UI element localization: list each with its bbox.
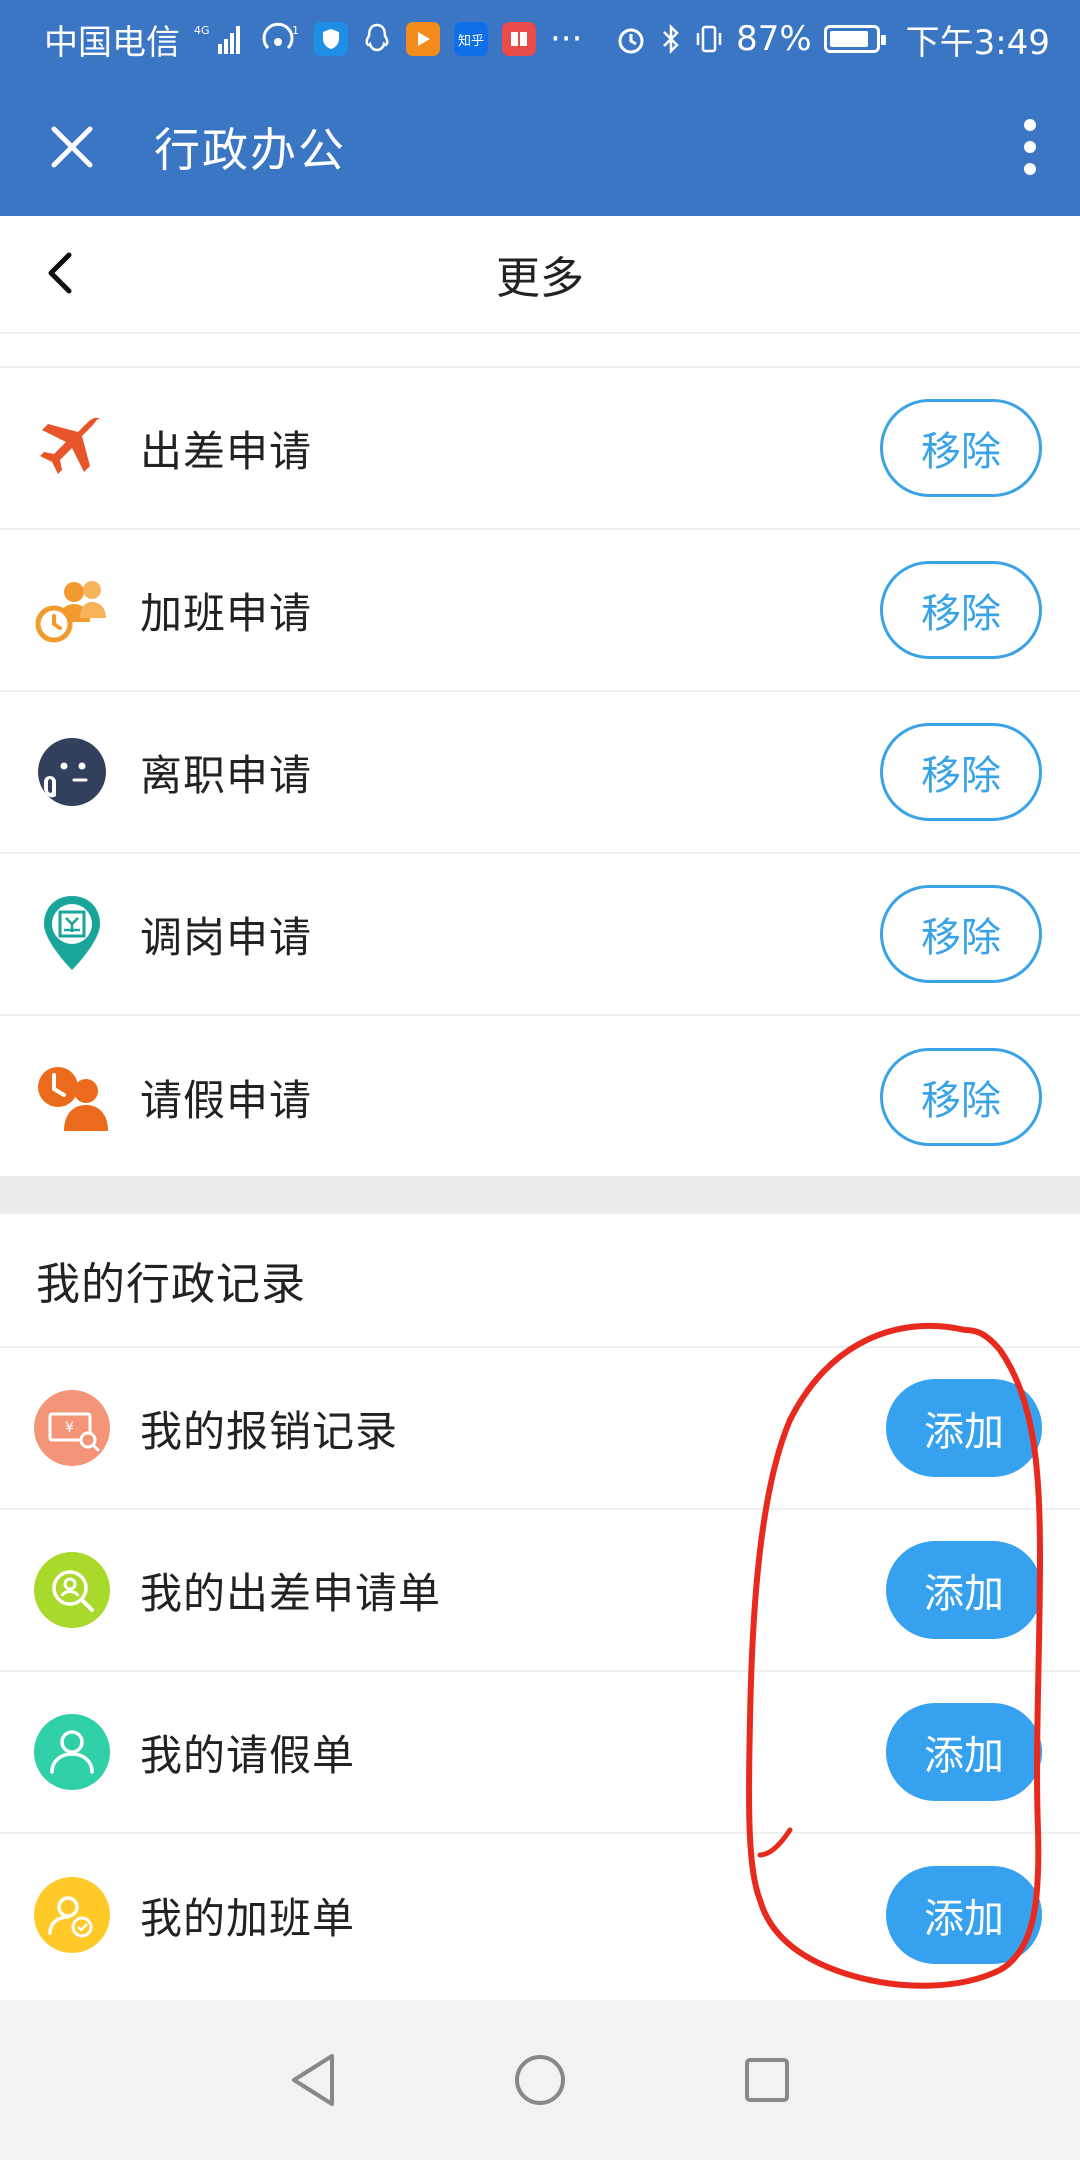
list-item: 加班申请 移除	[0, 530, 1080, 692]
list-item: 请假申请 移除	[0, 1016, 1080, 1178]
remove-button[interactable]: 移除	[880, 561, 1042, 659]
add-button[interactable]: 添加	[886, 1379, 1042, 1477]
overtime-people-clock-icon	[32, 570, 112, 650]
list-item: 我的出差申请单 添加	[0, 1510, 1080, 1672]
leave-person-clock-icon	[32, 1057, 112, 1137]
position-pin-icon	[32, 894, 112, 974]
nav-back-icon[interactable]	[268, 2035, 358, 2125]
item-label: 出差申请	[140, 426, 313, 476]
page-header: 更多	[0, 216, 1080, 334]
carrier-label: 中国电信	[44, 22, 180, 63]
overtime-user-icon	[32, 1875, 112, 1955]
item-label: 我的出差申请单	[140, 1568, 442, 1618]
remove-button[interactable]: 移除	[880, 1048, 1042, 1146]
list-item: 出差申请 移除	[0, 368, 1080, 530]
hotspot-icon: 1	[260, 22, 300, 56]
item-label: 请假申请	[140, 1075, 313, 1125]
list-item: 我的请假单 添加	[0, 1672, 1080, 1834]
alarm-icon	[614, 22, 648, 56]
trip-search-icon	[32, 1550, 112, 1630]
remove-button[interactable]: 移除	[880, 399, 1042, 497]
item-label: 我的报销记录	[140, 1406, 399, 1456]
zhihu-app-icon: 知乎	[454, 22, 488, 56]
system-nav-bar	[0, 2000, 1080, 2160]
svg-text:¥: ¥	[65, 1420, 74, 1436]
item-label: 我的请假单	[140, 1730, 356, 1780]
book-app-icon	[502, 22, 536, 56]
shield-app-icon	[314, 22, 348, 56]
page-title: 更多	[496, 253, 584, 304]
bluetooth-icon	[660, 22, 682, 56]
item-label: 离职申请	[140, 750, 313, 800]
records-section: 我的行政记录 ¥ 我的报销记录 添加 我的出差申请单 添加 我的请假单 添加 我…	[0, 1214, 1080, 2000]
list-item: 调岗申请 移除	[0, 854, 1080, 1016]
svg-text:1: 1	[292, 24, 299, 37]
status-bar: 中国电信 4G 1 知乎 ··· 87% 下午3:49	[0, 0, 1080, 78]
app-bar: 行政办公	[0, 78, 1080, 216]
applications-list: 出差申请 移除 加班申请 移除 离职申请 移除 调岗申请 移除 请假申请 移除	[0, 368, 1080, 1178]
close-icon[interactable]	[40, 115, 104, 179]
status-bar-left: 中国电信 4G 1 知乎 ···	[44, 15, 614, 64]
list-item: 离职申请 移除	[0, 692, 1080, 854]
battery-icon	[823, 25, 886, 53]
status-bar-right: 87% 下午3:49	[614, 15, 1050, 64]
resign-face-icon	[32, 732, 112, 812]
network-type-label: 4G	[194, 24, 210, 37]
reimbursement-receipt-icon: ¥	[32, 1388, 112, 1468]
item-label: 加班申请	[140, 588, 313, 638]
list-item: 我的加班单 添加	[0, 1834, 1080, 1996]
item-label: 调岗申请	[140, 912, 313, 962]
remove-button[interactable]: 移除	[880, 723, 1042, 821]
leave-user-icon	[32, 1712, 112, 1792]
more-notifications-icon: ···	[550, 19, 583, 59]
records-list: ¥ 我的报销记录 添加 我的出差申请单 添加 我的请假单 添加 我的加班单 添加	[0, 1348, 1080, 1996]
battery-percent: 87%	[736, 19, 812, 59]
remove-button[interactable]: 移除	[880, 885, 1042, 983]
section-title: 我的行政记录	[0, 1214, 1080, 1348]
add-button[interactable]: 添加	[886, 1541, 1042, 1639]
more-vert-icon[interactable]	[1000, 102, 1060, 192]
clock: 下午3:49	[905, 22, 1050, 63]
video-app-icon	[406, 22, 440, 56]
add-button[interactable]: 添加	[886, 1866, 1042, 1964]
nav-home-icon[interactable]	[495, 2035, 585, 2125]
item-label: 我的加班单	[140, 1893, 356, 1943]
airplane-icon	[32, 408, 112, 488]
applications-section: 出差申请 移除 加班申请 移除 离职申请 移除 调岗申请 移除 请假申请 移除	[0, 334, 1080, 1176]
list-item: ¥ 我的报销记录 添加	[0, 1348, 1080, 1510]
chevron-left-icon[interactable]	[28, 241, 92, 305]
app-title: 行政办公	[154, 123, 346, 177]
nav-recents-icon[interactable]	[722, 2035, 812, 2125]
add-button[interactable]: 添加	[886, 1703, 1042, 1801]
vibrate-icon	[694, 22, 724, 56]
signal-icon: 4G	[194, 22, 246, 56]
qq-icon	[362, 22, 392, 56]
